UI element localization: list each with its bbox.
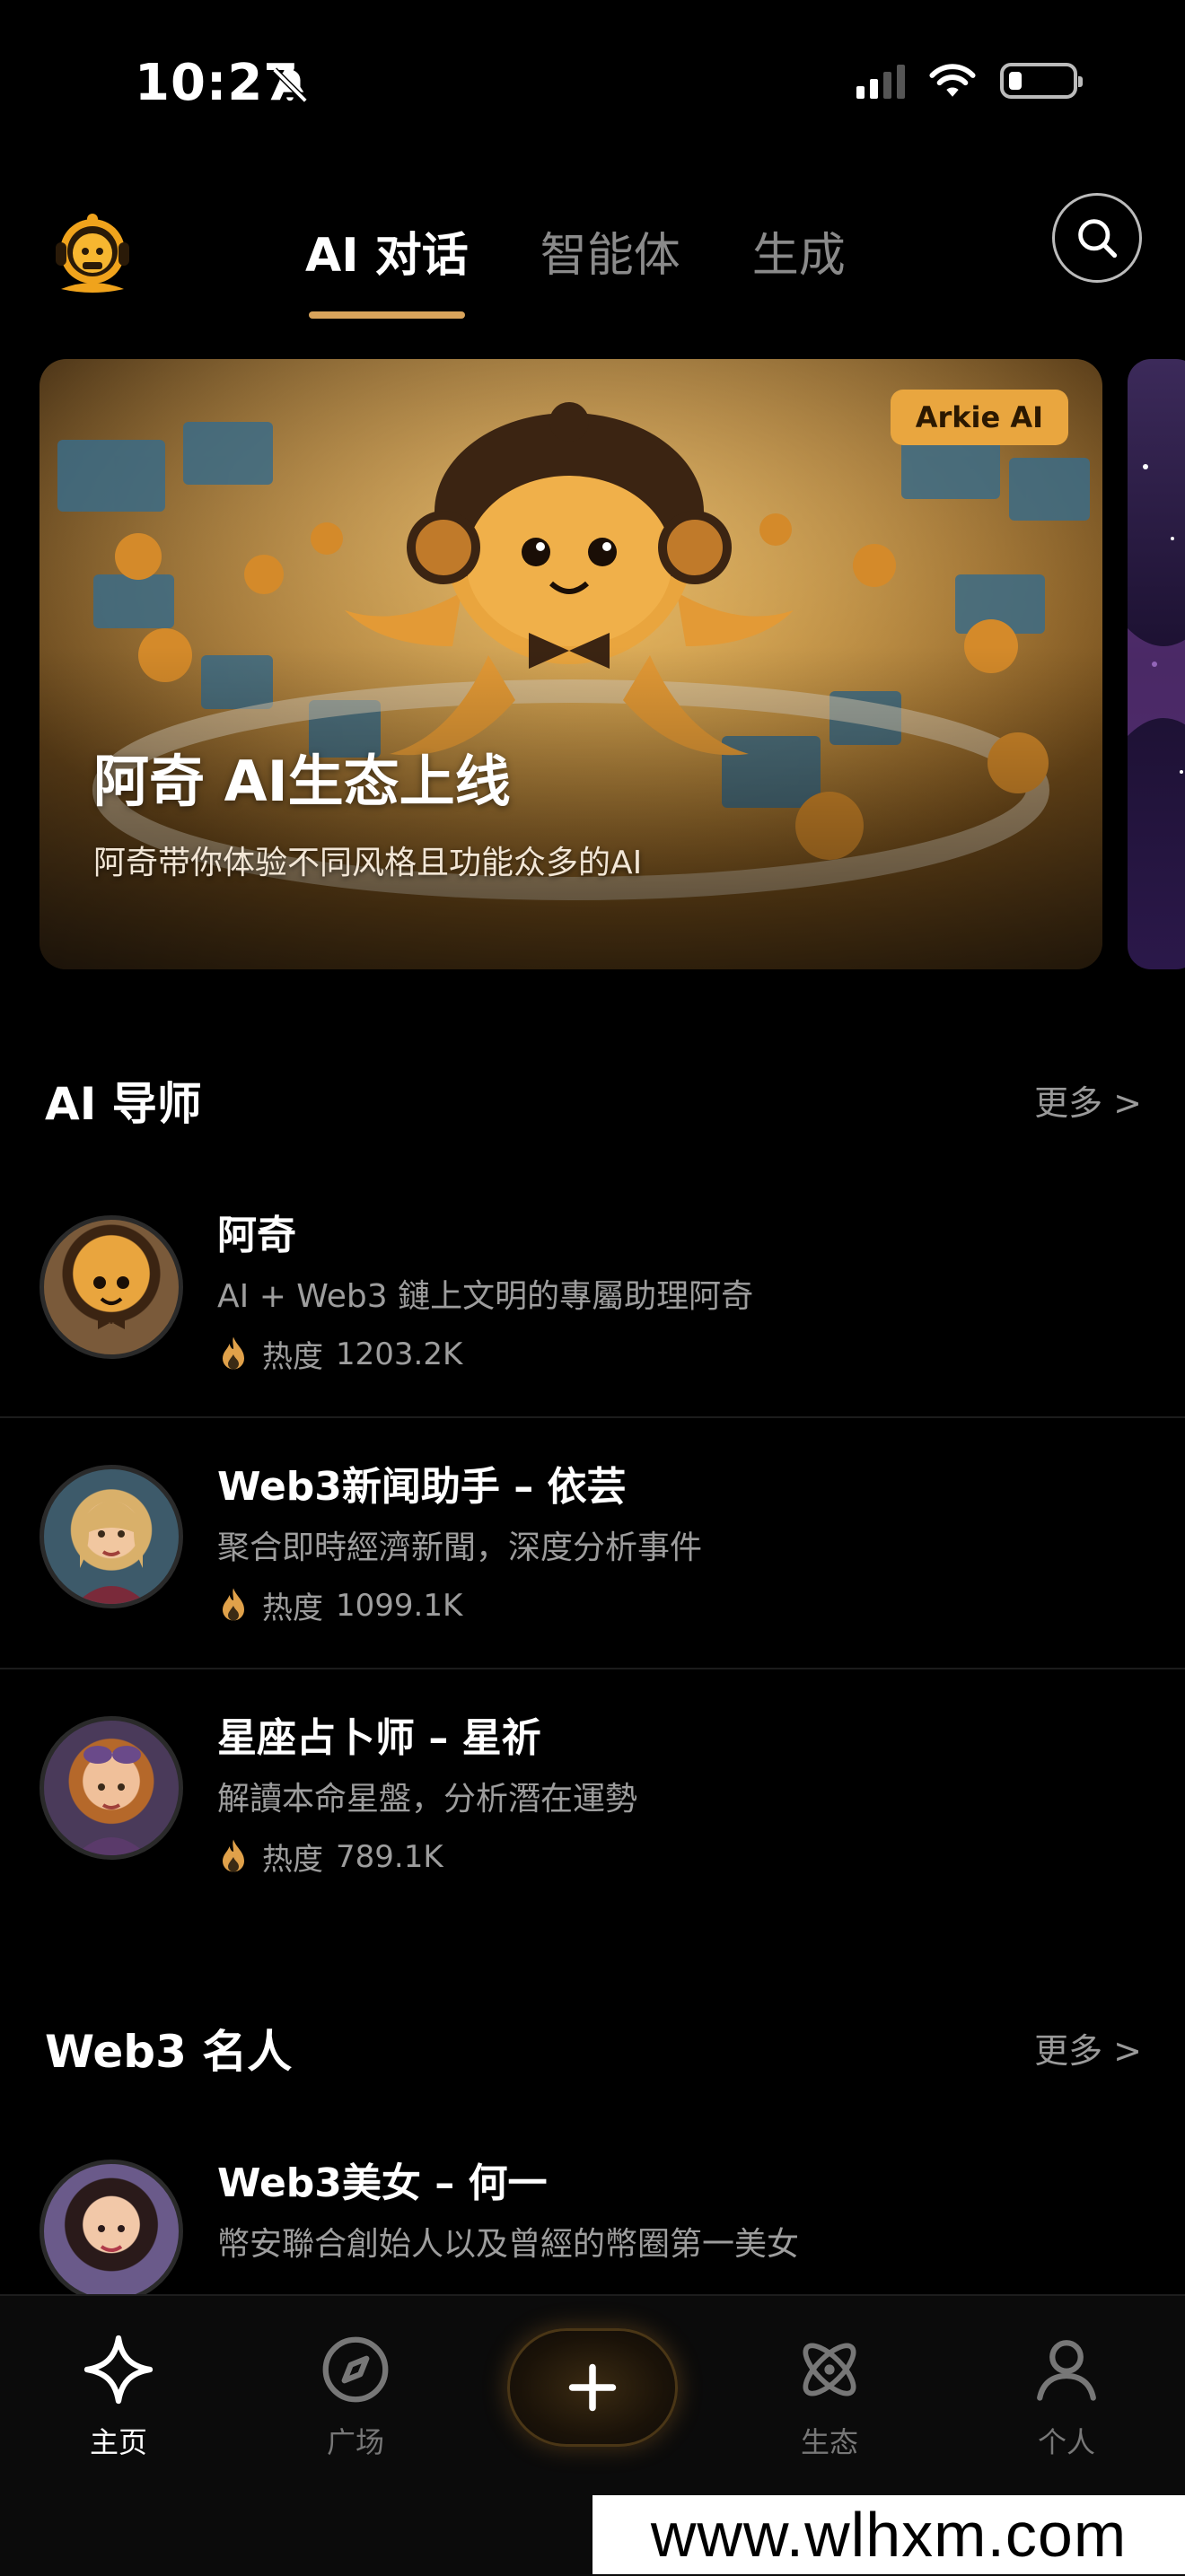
app-logo[interactable]	[43, 206, 142, 305]
item-heat: 热度 1099.1K	[217, 1583, 462, 1627]
heat-label: 热度	[262, 1590, 323, 1626]
item-name: Web3美女 – 何一	[217, 2160, 548, 2206]
item-heat: 热度 789.1K	[217, 1835, 443, 1879]
tab-generate[interactable]: 生成	[716, 206, 882, 295]
heat-label: 热度	[262, 1339, 323, 1375]
compass-icon	[322, 2336, 389, 2403]
octopus-avatar-art	[93, 1276, 129, 1329]
person-icon	[1037, 2340, 1096, 2401]
sparkle-icon	[83, 2335, 154, 2405]
wifi-icon	[929, 64, 976, 97]
tab-agents[interactable]: 智能体	[505, 206, 716, 295]
avatar	[40, 1716, 183, 1860]
heat-value: 789.1K	[336, 1838, 443, 1875]
status-icons	[856, 63, 1083, 99]
nav-label-profile: 个人	[1037, 2425, 1095, 2459]
item-desc: 幣安聯合創始人以及曾經的幣圈第一美女	[217, 2226, 800, 2263]
nav-label-home: 主页	[89, 2425, 147, 2459]
section-title-web3-celebrities: Web3 名人	[45, 2026, 293, 2078]
create-button[interactable]	[507, 2328, 678, 2447]
item-desc: AI + Web3 鏈上文明的專屬助理阿奇	[217, 1278, 754, 1315]
avatar	[40, 2160, 183, 2303]
section-more-ai-mentors[interactable]: 更多 >	[1034, 1075, 1142, 1125]
woman-avatar-art	[75, 1501, 147, 1604]
item-heat: 热度 1203.2K	[217, 1332, 462, 1376]
atom-icon	[803, 2343, 856, 2396]
search-icon	[1078, 219, 1118, 258]
item-name: Web3新闻助手 – 依芸	[217, 1464, 627, 1510]
watermark: www.wlhxm.com	[592, 2495, 1185, 2574]
avatar	[40, 1215, 183, 1359]
heat-label: 热度	[262, 1842, 323, 1878]
nav-home[interactable]: 主页	[47, 2332, 190, 2461]
banner-title: 阿奇 AI生态上线	[93, 749, 511, 814]
bell-muted-icon	[272, 67, 308, 103]
section-title-ai-mentors: AI 导师	[45, 1078, 202, 1130]
top-tabs: AI 对话 智能体 生成	[269, 206, 882, 319]
flame-icon	[223, 1839, 244, 1871]
tab-ai-chat[interactable]: AI 对话	[269, 206, 505, 319]
item-desc: 解讀本命星盤，分析潛在運勢	[217, 1781, 638, 1818]
heat-value: 1203.2K	[336, 1336, 463, 1372]
section-more-web3-celebrities[interactable]: 更多 >	[1034, 2023, 1142, 2072]
banner-subtitle: 阿奇带你体验不同风格且功能众多的AI	[93, 845, 643, 881]
astrologer-avatar-art	[75, 1746, 147, 1855]
signal-icon	[856, 63, 905, 99]
nav-plaza[interactable]: 广场	[284, 2332, 427, 2461]
heat-value: 1099.1K	[336, 1587, 463, 1624]
battery-icon	[1000, 63, 1083, 99]
flame-icon	[223, 1588, 244, 1620]
nav-label-ecosystem: 生态	[800, 2425, 858, 2459]
next-banner-peek[interactable]	[1128, 359, 1185, 969]
banner-badge: Arkie AI	[890, 390, 1068, 445]
nav-profile[interactable]: 个人	[995, 2332, 1138, 2461]
search-button[interactable]	[1052, 193, 1142, 283]
item-desc: 聚合即時經濟新聞，深度分析事件	[217, 1529, 703, 1566]
item-name: 阿奇	[217, 1213, 296, 1258]
nav-label-plaza: 广场	[326, 2425, 384, 2459]
plus-icon	[568, 2363, 617, 2412]
celebrity-avatar-art	[98, 2225, 125, 2252]
avatar	[40, 1465, 183, 1608]
hero-banner[interactable]: Arkie AI 阿奇 AI生态上线 阿奇带你体验不同风格且功能众多的AI	[40, 359, 1102, 969]
nav-ecosystem[interactable]: 生态	[758, 2332, 901, 2461]
next-banner-illustration	[1128, 464, 1185, 774]
item-name: 星座占卜师 – 星祈	[217, 1715, 541, 1761]
flame-icon	[223, 1336, 244, 1369]
